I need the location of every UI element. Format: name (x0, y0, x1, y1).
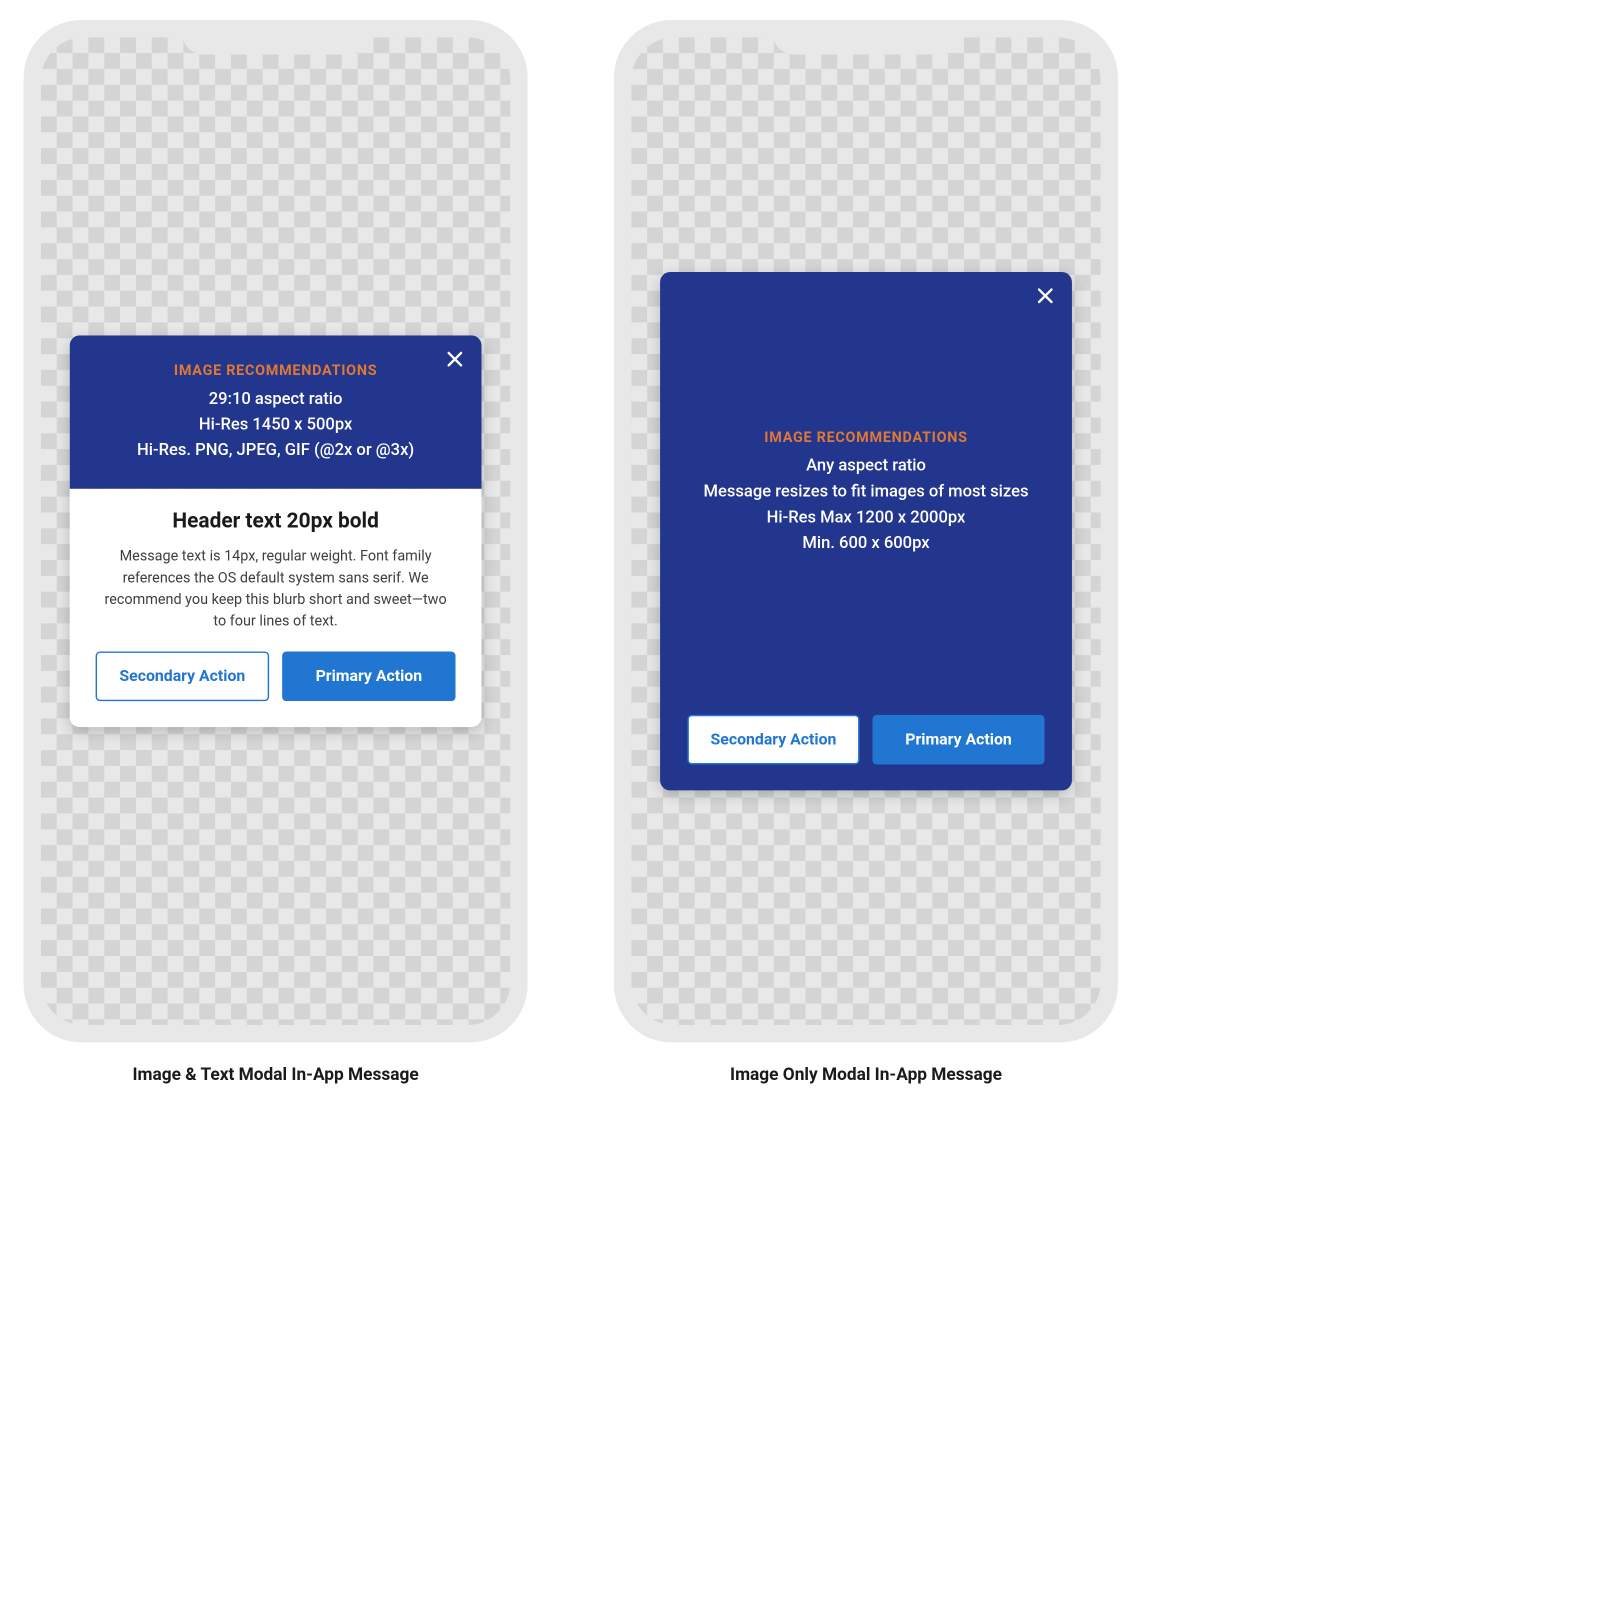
modal-body: Header text 20px bold Message text is 14… (70, 489, 482, 727)
primary-action-button[interactable]: Primary Action (872, 715, 1044, 765)
phone-screen: IMAGE RECOMMENDATIONS 29:10 aspect ratio… (41, 37, 510, 1025)
close-button[interactable] (443, 347, 467, 371)
recommendation-label: IMAGE RECOMMENDATIONS (687, 428, 1044, 445)
recommendation-label: IMAGE RECOMMENDATIONS (97, 361, 454, 378)
phone-screen: IMAGE RECOMMENDATIONS Any aspect ratio M… (631, 37, 1100, 1025)
secondary-action-button[interactable]: Secondary Action (687, 715, 859, 765)
phone-frame: IMAGE RECOMMENDATIONS 29:10 aspect ratio… (24, 20, 528, 1042)
modal-image-text: IMAGE RECOMMENDATIONS 29:10 aspect ratio… (70, 335, 482, 727)
phone-notch (182, 20, 369, 55)
recommendation-line: Any aspect ratio (687, 453, 1044, 479)
recommendation-line: Hi-Res. PNG, JPEG, GIF (@2x or @3x) (97, 437, 454, 463)
primary-action-button[interactable]: Primary Action (282, 651, 456, 701)
recommendation-line: 29:10 aspect ratio (97, 386, 454, 412)
modal-header: Header text 20px bold (96, 509, 456, 533)
close-icon (1036, 286, 1055, 305)
modal-image-area: IMAGE RECOMMENDATIONS 29:10 aspect ratio… (70, 335, 482, 488)
phone-mockup-image-text: IMAGE RECOMMENDATIONS 29:10 aspect ratio… (24, 20, 528, 1084)
modal-image-area: IMAGE RECOMMENDATIONS Any aspect ratio M… (687, 292, 1044, 715)
recommendation-line: Hi-Res Max 1200 x 2000px (687, 504, 1044, 530)
phone-notch (772, 20, 959, 55)
button-row: Secondary Action Primary Action (96, 651, 456, 701)
phone-mockup-image-only: IMAGE RECOMMENDATIONS Any aspect ratio M… (614, 20, 1118, 1084)
caption: Image & Text Modal In-App Message (133, 1064, 419, 1084)
recommendation-line: Message resizes to fit images of most si… (687, 479, 1044, 505)
recommendation-line: Hi-Res 1450 x 500px (97, 411, 454, 437)
close-icon (446, 350, 465, 369)
caption: Image Only Modal In-App Message (730, 1064, 1002, 1084)
button-row: Secondary Action Primary Action (687, 715, 1044, 765)
recommendation-line: Min. 600 x 600px (687, 530, 1044, 556)
close-button[interactable] (1033, 284, 1057, 308)
phone-frame: IMAGE RECOMMENDATIONS Any aspect ratio M… (614, 20, 1118, 1042)
modal-message: Message text is 14px, regular weight. Fo… (96, 545, 456, 631)
modal-image-only: IMAGE RECOMMENDATIONS Any aspect ratio M… (660, 272, 1072, 790)
secondary-action-button[interactable]: Secondary Action (96, 651, 270, 701)
